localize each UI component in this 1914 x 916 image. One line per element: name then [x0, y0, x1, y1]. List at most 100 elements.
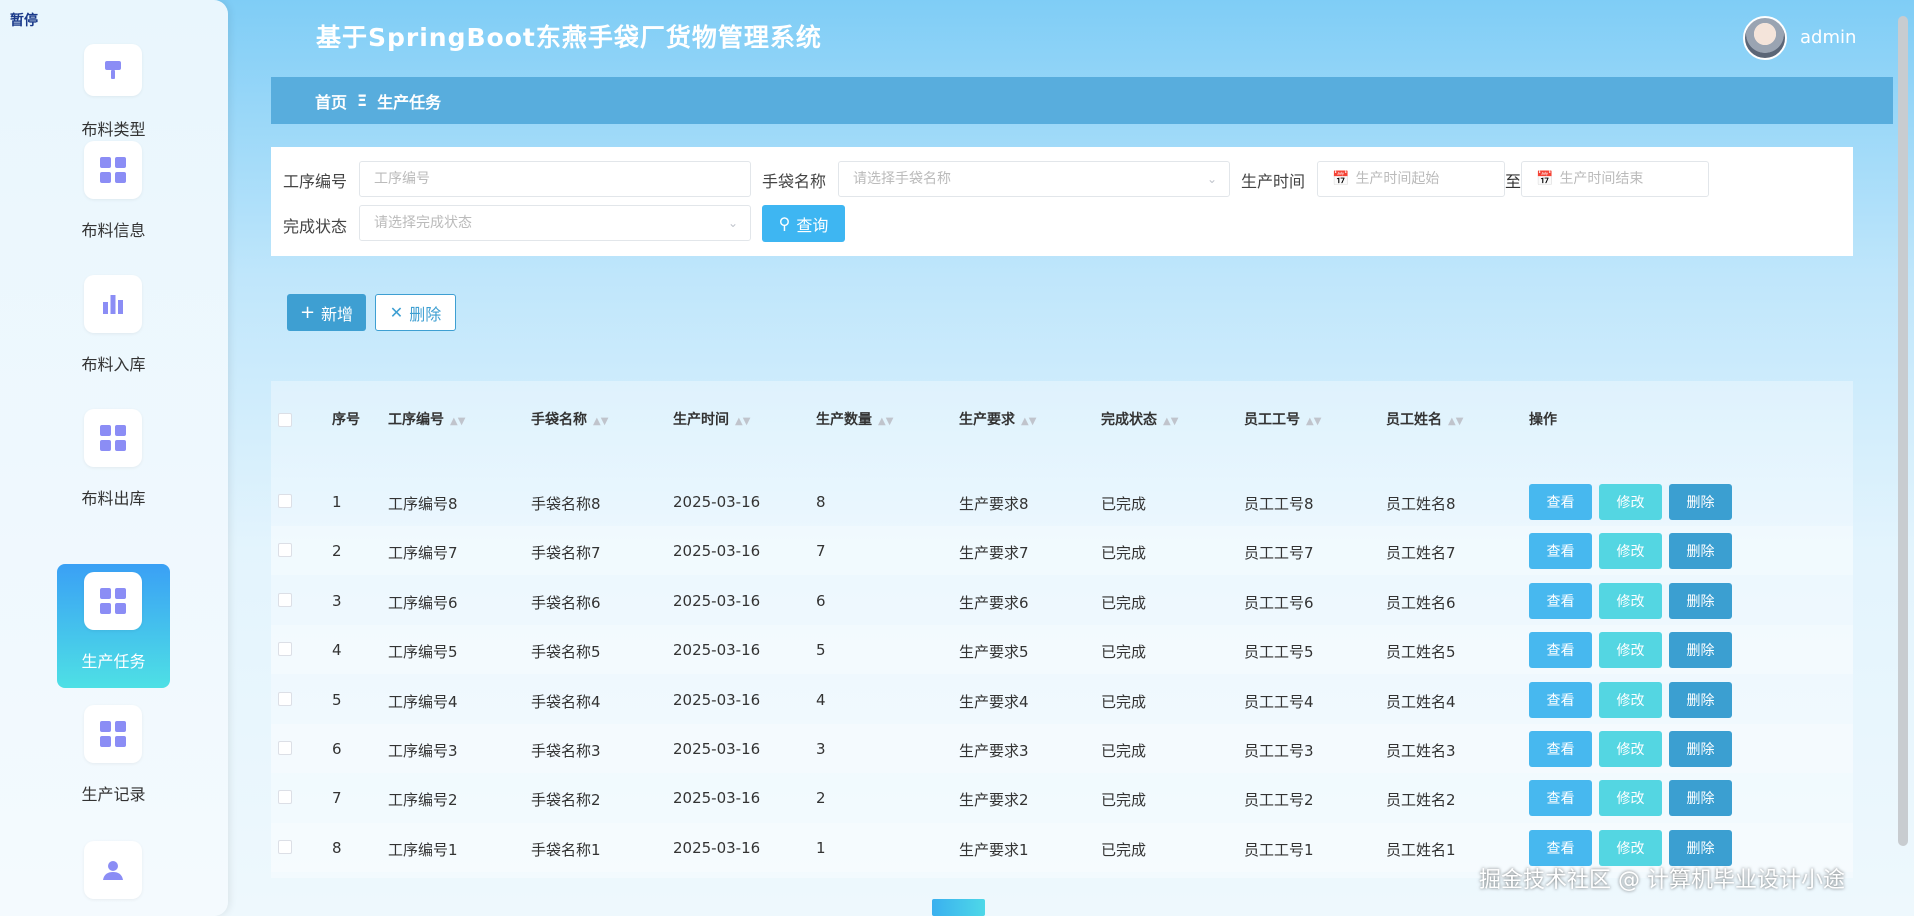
page-scrollbar[interactable] — [1898, 16, 1908, 846]
delete-button-label: 删除 — [409, 304, 442, 324]
column-header-sortable[interactable]: 生产时间 ▲▼ — [673, 409, 750, 429]
bag-name-select[interactable]: 请选择手袋名称 ⌄ — [838, 161, 1230, 197]
table-cell: 已完成 — [1101, 544, 1147, 563]
user-icon — [84, 841, 142, 899]
view-button[interactable]: 查看 — [1529, 681, 1592, 718]
row-delete-button[interactable]: 删除 — [1669, 582, 1732, 619]
table-cell: 6 — [816, 591, 826, 610]
edit-button[interactable]: 修改 — [1599, 484, 1662, 520]
username[interactable]: admin — [1800, 27, 1856, 48]
row-delete-button[interactable]: 删除 — [1669, 533, 1732, 570]
table-cell: 工序编号7 — [388, 544, 458, 563]
row-delete-button[interactable]: 删除 — [1669, 829, 1732, 866]
close-icon: ✕ — [389, 303, 404, 322]
sidebar-item-fabric-outbound[interactable]: 布料出库 — [57, 401, 170, 525]
table-cell: 员工工号7 — [1244, 544, 1314, 563]
sidebar-item-production-task[interactable]: 生产任务 — [57, 564, 170, 688]
delete-button[interactable]: ✕ 删除 — [375, 294, 456, 331]
process-no-label: 工序编号 — [283, 172, 348, 191]
calendar-icon: 📅 — [1332, 171, 1350, 187]
bar-chart-icon — [84, 275, 142, 333]
table-cell: 已完成 — [1101, 593, 1147, 612]
table-cell: 已完成 — [1101, 840, 1147, 859]
table-cell: 手袋名称1 — [531, 840, 601, 859]
row-delete-button[interactable]: 删除 — [1669, 484, 1732, 520]
row-checkbox[interactable] — [278, 691, 292, 706]
sidebar-item-production-record[interactable]: 生产记录 — [57, 697, 170, 821]
breadcrumb-separator: Ξ — [357, 91, 368, 110]
column-header-sortable[interactable]: 员工工号 ▲▼ — [1244, 409, 1321, 429]
grid-icon — [84, 705, 142, 763]
table-cell: 2025-03-16 — [673, 641, 761, 660]
view-button[interactable]: 查看 — [1529, 632, 1592, 669]
row-checkbox[interactable] — [278, 543, 292, 558]
sidebar-item-user[interactable] — [57, 833, 170, 916]
column-header-sortable[interactable]: 完成状态 ▲▼ — [1101, 409, 1178, 429]
row-delete-button[interactable]: 删除 — [1669, 632, 1732, 669]
row-checkbox[interactable] — [278, 741, 292, 755]
edit-button[interactable]: 修改 — [1599, 681, 1662, 718]
view-button[interactable]: 查看 — [1529, 829, 1592, 866]
select-all-checkbox[interactable] — [278, 413, 292, 427]
table-cell: 工序编号8 — [388, 495, 458, 513]
view-button[interactable]: 查看 — [1529, 533, 1592, 570]
table-cell: 员工姓名2 — [1386, 791, 1456, 810]
view-button[interactable]: 查看 — [1529, 780, 1592, 817]
view-button[interactable]: 查看 — [1529, 731, 1592, 767]
row-checkbox[interactable] — [278, 494, 292, 508]
watermark: 掘金技术社区 @ 计算机毕业设计小途 — [1479, 868, 1845, 893]
table-cell: 员工工号1 — [1244, 840, 1314, 859]
table-cell: 已完成 — [1101, 791, 1147, 810]
time-start-input[interactable]: 📅 生产时间起始 — [1317, 161, 1505, 197]
time-start-placeholder: 生产时间起始 — [1355, 171, 1440, 187]
column-header-label: 手袋名称 — [531, 412, 587, 428]
sidebar-item-fabric-info[interactable]: 布料信息 — [57, 133, 170, 257]
edit-button[interactable]: 修改 — [1599, 632, 1662, 669]
edit-button[interactable]: 修改 — [1599, 731, 1662, 767]
sidebar-item-label: 布料出库 — [81, 489, 146, 508]
table-cell: 手袋名称2 — [531, 791, 601, 810]
column-header-sortable[interactable]: 生产数量 ▲▼ — [816, 409, 893, 429]
table-cell: 生产要求2 — [959, 791, 1029, 810]
process-no-input[interactable]: 工序编号 — [359, 161, 751, 197]
edit-button[interactable]: 修改 — [1599, 780, 1662, 817]
row-checkbox[interactable] — [278, 790, 292, 805]
status-select[interactable]: 请选择完成状态 ⌄ — [359, 205, 751, 241]
row-delete-button[interactable]: 删除 — [1669, 731, 1732, 767]
row-delete-button[interactable]: 删除 — [1669, 780, 1732, 817]
query-button[interactable]: ⚲ 查询 — [762, 205, 845, 242]
edit-button[interactable]: 修改 — [1599, 582, 1662, 619]
column-header-sortable[interactable]: 生产要求 ▲▼ — [959, 409, 1036, 429]
row-checkbox[interactable] — [278, 592, 292, 607]
table-cell: 员工姓名5 — [1386, 643, 1456, 662]
time-end-input[interactable]: 📅 生产时间结束 — [1521, 161, 1709, 197]
column-header-sortable[interactable]: 员工姓名 ▲▼ — [1386, 409, 1463, 429]
row-checkbox[interactable] — [278, 839, 292, 854]
column-header-sortable[interactable]: 工序编号 ▲▼ — [388, 409, 465, 429]
view-button[interactable]: 查看 — [1529, 484, 1592, 520]
table-cell: 已完成 — [1101, 643, 1147, 662]
table-cell: 1 — [332, 493, 342, 511]
time-label: 生产时间 — [1241, 172, 1306, 191]
edit-button[interactable]: 修改 — [1599, 829, 1662, 866]
table-cell: 2 — [816, 789, 826, 808]
edit-button[interactable]: 修改 — [1599, 533, 1662, 570]
table-body: 1 工序编号8 手袋名称8 2025-03-16 8 生产要求8 已完成 员工工号8 员工姓名8… — [271, 477, 1853, 873]
row-delete-button[interactable]: 删除 — [1669, 681, 1732, 718]
breadcrumb-home[interactable]: 首页 — [315, 89, 347, 113]
avatar[interactable] — [1743, 16, 1787, 60]
column-header-sortable[interactable]: 手袋名称 ▲▼ — [531, 409, 608, 429]
data-table: 序号 工序编号 ▲▼ 手袋名称 ▲▼ 生产时间 ▲▼ 生产数量 ▲▼ 生产要求 ▲▼ 完成… — [271, 381, 1853, 878]
add-button[interactable]: + 新增 — [287, 294, 366, 331]
table-cell: 工序编号4 — [388, 692, 458, 711]
table-cell: 5 — [816, 641, 826, 660]
pause-label[interactable]: 暂停 — [10, 10, 38, 30]
table-cell: 5 — [332, 690, 342, 709]
view-button[interactable]: 查看 — [1529, 582, 1592, 619]
row-checkbox[interactable] — [278, 642, 292, 657]
sidebar-item-fabric-inbound[interactable]: 布料入库 — [57, 267, 170, 391]
pagination-current-page[interactable] — [932, 899, 985, 916]
search-icon: ⚲ — [778, 214, 791, 233]
sort-icon: ▲▼ — [735, 416, 751, 427]
bag-name-placeholder: 请选择手袋名称 — [853, 171, 951, 187]
